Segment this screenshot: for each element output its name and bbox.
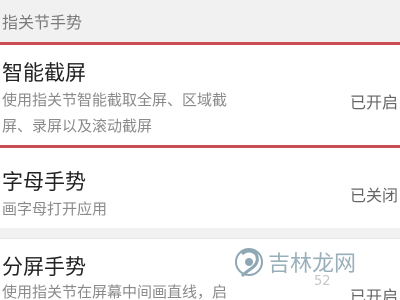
watermark-text: 吉林龙网 [268,252,357,277]
item-desc-line: 画字母打开应用 [2,200,108,218]
item-title: 分屏手势 [2,255,86,279]
setting-item-smart-screenshot[interactable]: 智能截屏 使用指关节智能截取全屏、区域截 屏、录屏以及滚动截屏 已开启 [0,42,400,148]
section-title: 指关节手势 [2,13,83,32]
item-description: 使用指关节在屏幕中间画直线，启 [2,279,292,300]
watermark-logo-icon [235,248,263,278]
gesture-settings-screen: 指关节手势 智能截屏 使用指关节智能截取全屏、区域截 屏、录屏以及滚动截屏 已开… [0,0,400,300]
item-desc-line: 使用指关节智能截取全屏、区域截 [2,91,228,109]
section-gap [0,228,400,238]
item-title: 智能截屏 [2,61,86,85]
item-status: 已关闭 [349,186,398,205]
setting-item-letter-gesture[interactable]: 字母手势 画字母打开应用 已关闭 [0,150,400,228]
item-title: 字母手势 [2,170,86,194]
item-status: 已开启 [349,93,398,112]
item-desc-line: 使用指关节在屏幕中间画直线，启 [2,283,228,300]
item-description: 使用指关节智能截取全屏、区域截 屏、录屏以及滚动截屏 [2,87,292,139]
item-desc-line: 屏、录屏以及滚动截屏 [2,117,153,135]
section-header: 指关节手势 [0,0,400,42]
item-description: 画字母打开应用 [2,196,292,222]
watermark-faint-text: 52 [314,274,331,289]
item-status: 已开启 [349,287,398,300]
